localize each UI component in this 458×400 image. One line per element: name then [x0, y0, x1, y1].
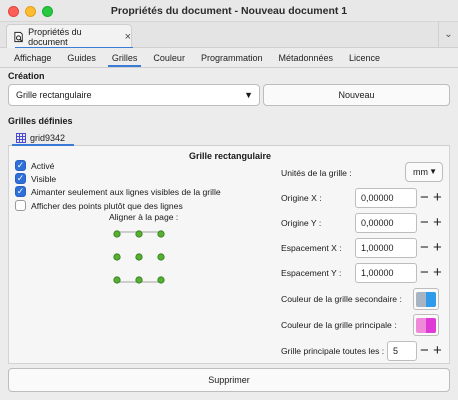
minus-icon[interactable]: −	[420, 190, 429, 205]
tab-guides[interactable]: Guides	[59, 48, 104, 67]
new-grid-button[interactable]: Nouveau	[263, 84, 450, 106]
align-anchor-center[interactable]	[135, 253, 143, 261]
tab-licence[interactable]: Licence	[341, 48, 388, 67]
visible-label: Visible	[31, 173, 57, 184]
defined-grids-tabs: grid9342	[8, 128, 450, 146]
align-anchor-top-left[interactable]	[113, 230, 121, 238]
minus-icon[interactable]: −	[420, 215, 429, 230]
snap-visible-lines-label: Aimanter seulement aux lignes visibles d…	[31, 186, 221, 197]
dock-tab-label: Propriétés du document	[28, 26, 82, 47]
properties-tabs: Affichage Guides Grilles Couleur Program…	[0, 48, 458, 68]
major-every-input[interactable]: 5	[387, 341, 417, 361]
grid-type-value: Grille rectangulaire	[16, 90, 92, 100]
major-color-label: Couleur de la grille principale :	[281, 320, 397, 330]
units-value: mm	[413, 167, 428, 177]
dock-tab-bar: Propriétés du document × ⌄	[0, 22, 458, 49]
origin-y-input[interactable]: 0,00000	[355, 213, 417, 233]
dropdown-arrow-icon: ▼	[244, 90, 253, 100]
dock-tab-document-properties[interactable]: Propriétés du document ×	[6, 24, 133, 49]
tab-grilles[interactable]: Grilles	[104, 48, 146, 67]
align-anchor-bottom-left[interactable]	[113, 276, 121, 284]
align-anchor-middle-left[interactable]	[113, 253, 121, 261]
grid-icon	[16, 133, 26, 143]
major-color-button[interactable]	[413, 314, 439, 336]
major-color-swatch-left	[416, 317, 426, 333]
checkmark-icon: ✓	[15, 173, 26, 184]
align-to-page-widget	[113, 230, 165, 284]
grid-tab-label: grid9342	[30, 133, 66, 143]
spacing-x-input[interactable]: 1,00000	[355, 238, 417, 258]
window-title: Propriétés du document - Nouveau documen…	[110, 5, 348, 17]
align-anchor-bottom-right[interactable]	[157, 276, 165, 284]
minor-color-label: Couleur de la grille secondaire :	[281, 294, 402, 304]
delete-grid-button[interactable]: Supprimer	[8, 368, 450, 392]
chevron-down-icon[interactable]: ⌄	[438, 22, 458, 47]
minor-color-swatch	[416, 291, 436, 307]
enabled-label: Activé	[31, 160, 55, 171]
minor-color-button[interactable]	[413, 288, 439, 310]
origin-x-input[interactable]: 0,00000	[355, 188, 417, 208]
spacing-x-label: Espacement X :	[281, 243, 342, 253]
plus-icon[interactable]: +	[433, 265, 442, 280]
origin-x-label: Origine X :	[281, 193, 322, 203]
minor-color-swatch-left	[416, 291, 426, 307]
origin-y-label: Origine Y :	[281, 218, 322, 228]
panel-title: Grille rectangulaire	[188, 151, 272, 161]
units-select[interactable]: mm ▼	[405, 162, 443, 182]
major-every-label: Grille principale toutes les :	[281, 346, 385, 356]
close-icon[interactable]: ×	[125, 31, 131, 43]
plus-icon[interactable]: +	[433, 343, 442, 358]
defined-grids-heading: Grilles définies	[8, 116, 73, 126]
show-dots-checkbox[interactable]: Afficher des points plutôt que des ligne…	[15, 200, 183, 211]
align-anchor-top-right[interactable]	[157, 230, 165, 238]
dropdown-arrow-icon: ▼	[429, 167, 437, 176]
units-label: Unités de la grille :	[281, 168, 352, 178]
major-color-swatch-right	[426, 317, 436, 333]
tab-programmation[interactable]: Programmation	[193, 48, 271, 67]
checkmark-icon: ✓	[15, 186, 26, 197]
minus-icon[interactable]: −	[420, 265, 429, 280]
grid-type-select[interactable]: Grille rectangulaire ▼	[8, 84, 260, 106]
tab-couleur[interactable]: Couleur	[145, 48, 193, 67]
plus-icon[interactable]: +	[433, 215, 442, 230]
creation-heading: Création	[8, 71, 45, 81]
checkmark-icon: ✓	[15, 160, 26, 171]
document-properties-icon	[14, 31, 23, 42]
minus-icon[interactable]: −	[420, 240, 429, 255]
tab-affichage[interactable]: Affichage	[6, 48, 59, 67]
minor-color-swatch-right	[426, 291, 436, 307]
align-anchor-middle-right[interactable]	[157, 253, 165, 261]
grid-settings-panel: Grille rectangulaire ✓ Activé ✓ Visible …	[8, 146, 450, 364]
align-to-page-label: Aligner à la page :	[109, 212, 179, 222]
spacing-y-input[interactable]: 1,00000	[355, 263, 417, 283]
spacing-y-label: Espacement Y :	[281, 268, 342, 278]
plus-icon[interactable]: +	[433, 240, 442, 255]
align-anchor-top-center[interactable]	[135, 230, 143, 238]
align-anchor-bottom-center[interactable]	[135, 276, 143, 284]
enabled-checkbox[interactable]: ✓ Activé	[15, 160, 54, 171]
minus-icon[interactable]: −	[420, 343, 429, 358]
visible-checkbox[interactable]: ✓ Visible	[15, 173, 56, 184]
tab-metadonnees[interactable]: Métadonnées	[270, 48, 341, 67]
major-color-swatch	[416, 317, 436, 333]
unchecked-box-icon	[15, 200, 26, 211]
title-bar: Propriétés du document - Nouveau documen…	[0, 0, 458, 22]
snap-visible-lines-checkbox[interactable]: ✓ Aimanter seulement aux lignes visibles…	[15, 186, 221, 197]
plus-icon[interactable]: +	[433, 190, 442, 205]
show-dots-label: Afficher des points plutôt que des ligne…	[31, 200, 183, 211]
